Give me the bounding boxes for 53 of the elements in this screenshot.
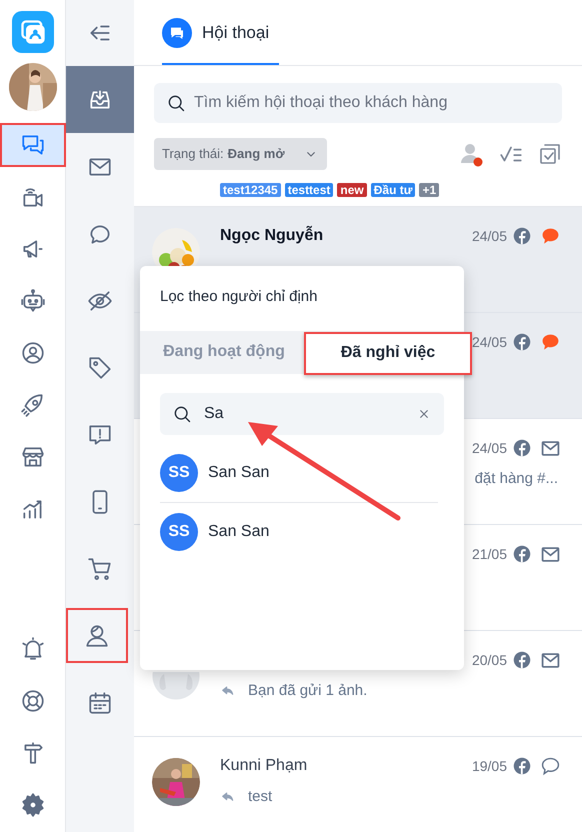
gear-icon bbox=[20, 792, 46, 818]
search-field[interactable]: Tìm kiếm hội thoại theo khách hàng bbox=[154, 83, 562, 123]
bell-icon bbox=[20, 636, 46, 662]
assignee-filter-button[interactable] bbox=[458, 141, 484, 167]
popup-title: Lọc theo người chỉ định bbox=[159, 287, 318, 307]
tag: +1 bbox=[419, 183, 440, 197]
search-icon bbox=[172, 404, 192, 424]
conversation-date: 20/05 bbox=[472, 650, 507, 670]
contact-name: Ngọc Nguyễn bbox=[220, 224, 324, 246]
facebook-icon bbox=[513, 333, 531, 351]
assignee-name: San San bbox=[208, 522, 270, 542]
conversation-date: 21/05 bbox=[472, 544, 507, 564]
chat-icon bbox=[162, 18, 192, 48]
tag: test12345 bbox=[220, 183, 281, 197]
assignee-search-field[interactable]: Sa bbox=[160, 392, 444, 434]
cart-icon bbox=[87, 556, 113, 582]
tag: new bbox=[337, 183, 367, 197]
tag: testtest bbox=[284, 183, 334, 197]
user-icon bbox=[84, 622, 110, 648]
app-logo[interactable] bbox=[12, 11, 54, 53]
conversations-tab[interactable]: Hội thoại bbox=[162, 3, 280, 65]
calendar-icon bbox=[87, 690, 113, 716]
rocket-icon bbox=[20, 392, 46, 418]
copy-check-icon bbox=[538, 142, 562, 166]
conversation-date: 24/05 bbox=[472, 332, 507, 352]
contact-name: Kunni Phạm bbox=[220, 756, 308, 776]
lifebuoy-icon bbox=[20, 688, 46, 714]
initials-avatar: SS bbox=[160, 512, 198, 550]
message-preview: test bbox=[248, 787, 272, 807]
conversation-date: 24/05 bbox=[472, 438, 507, 458]
tag-icon bbox=[87, 354, 113, 380]
user-circle-icon bbox=[20, 340, 46, 366]
tag: Đầu tư bbox=[370, 183, 416, 197]
filter-button[interactable] bbox=[66, 66, 134, 133]
nav-button[interactable] bbox=[0, 124, 64, 166]
initials-avatar: SS bbox=[160, 454, 198, 492]
conversation-date: 24/05 bbox=[472, 226, 507, 246]
facebook-icon bbox=[513, 439, 531, 457]
facebook-icon bbox=[513, 545, 531, 563]
conversation-date: 19/05 bbox=[472, 756, 507, 776]
status-dropdown[interactable]: Trạng thái: Đang mở bbox=[154, 138, 327, 170]
robot-icon bbox=[20, 288, 46, 314]
popup-tab[interactable]: Đã nghỉ việc bbox=[304, 332, 472, 374]
facebook-icon bbox=[513, 651, 531, 669]
select-all-button[interactable] bbox=[538, 142, 562, 166]
facebook-icon bbox=[513, 757, 531, 775]
assignee-name: San San bbox=[208, 463, 270, 483]
search-icon bbox=[166, 93, 186, 113]
assignee-option[interactable]: SS San San bbox=[160, 444, 438, 502]
assignee-option[interactable]: SS San San bbox=[160, 502, 438, 560]
message-preview: đặt hàng #... bbox=[474, 469, 558, 489]
facebook-icon bbox=[513, 227, 531, 245]
message-preview: Bạn đã gửi 1 ảnh. bbox=[248, 681, 368, 701]
